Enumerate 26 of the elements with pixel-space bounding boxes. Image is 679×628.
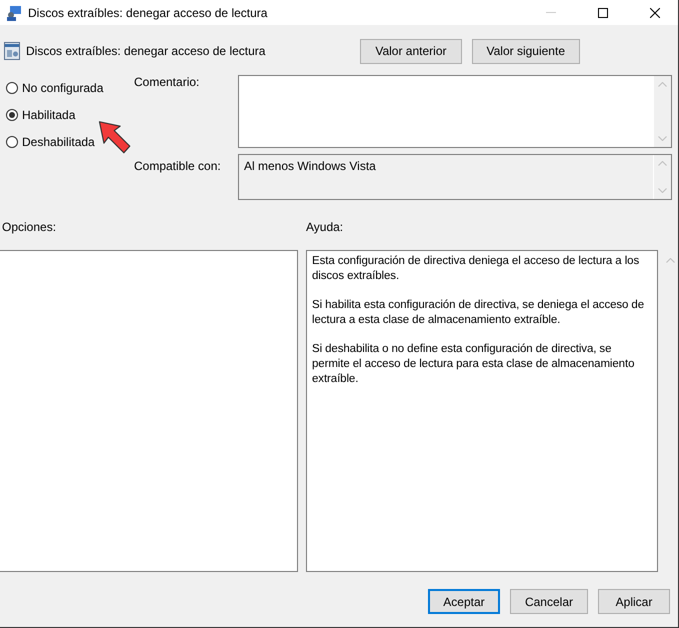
- radio-label: No configurada: [22, 81, 104, 95]
- pointer-arrow: [98, 120, 132, 156]
- compatible-value: Al menos Windows Vista: [243, 158, 377, 175]
- policy-title: Discos extraíbles: denegar acceso de lectura: [26, 44, 266, 58]
- options-label: Opciones:: [1, 220, 58, 236]
- app-icon: [6, 4, 22, 20]
- radio-button[interactable]: [6, 109, 18, 121]
- help-label: Ayuda:: [306, 220, 344, 236]
- dialog-button[interactable]: Cancelar: [510, 589, 588, 614]
- help-paragraph: Esta configuración de directiva deniega el acceso de lectura a los discos extraíbles.: [312, 254, 640, 284]
- maximize-icon[interactable]: [598, 8, 608, 18]
- policy-icon: [4, 42, 20, 60]
- radio-button[interactable]: [6, 136, 18, 148]
- close-icon[interactable]: [650, 8, 660, 18]
- dialog-button[interactable]: Aceptar: [428, 589, 500, 614]
- field-label: Compatible con:: [134, 158, 222, 173]
- radio-button[interactable]: [6, 82, 18, 94]
- help-paragraph: Si habilita esta configuración de directiva, se deniega el acceso de lectura a esta clase de almacenamiento extraíble.: [312, 298, 646, 328]
- nav-button[interactable]: Valor siguiente: [472, 38, 580, 64]
- help-paragraph: Si deshabilita o no define esta configuración de directiva, se permite el acceso de lectura para esta clase de almacenamiento extraíble.: [312, 342, 636, 387]
- nav-button[interactable]: Valor anterior: [360, 38, 462, 64]
- radio-label: Deshabilitada: [22, 135, 95, 149]
- field-label: Comentario:: [134, 75, 200, 89]
- window-title: Discos extraíbles: denegar acceso de lectura: [28, 6, 268, 20]
- radio-label: Habilitada: [22, 108, 76, 122]
- dialog-button[interactable]: Aplicar: [598, 589, 670, 614]
